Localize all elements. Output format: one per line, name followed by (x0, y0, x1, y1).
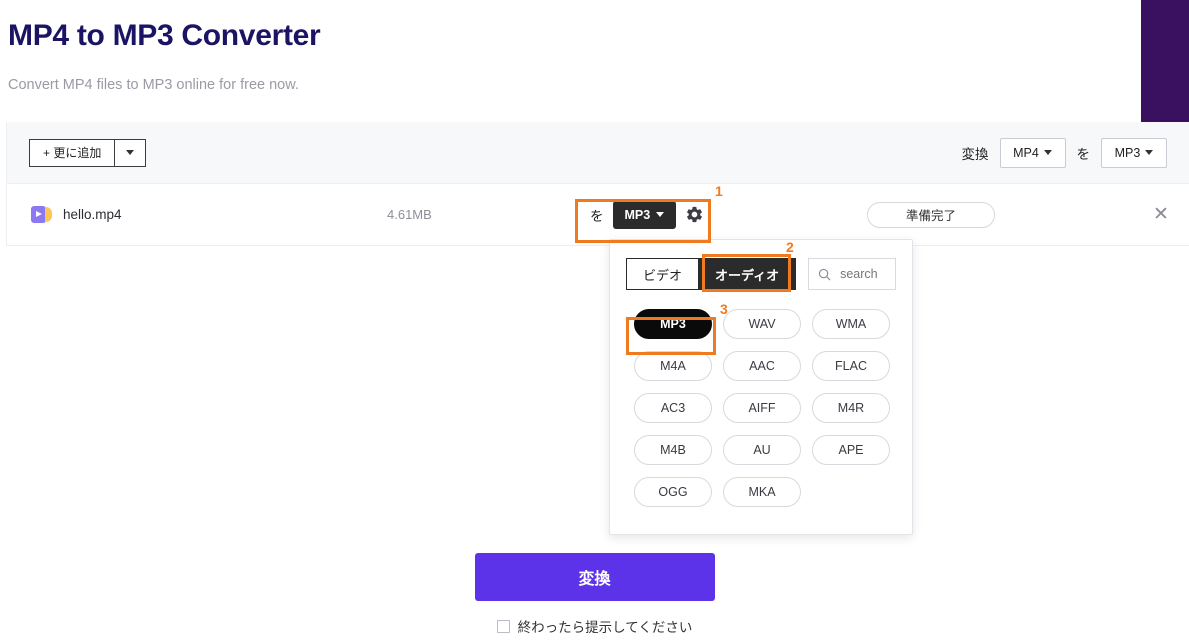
toolbar-right-group: 変換 MP4 を MP3 (961, 137, 1167, 168)
tab-video[interactable]: ビデオ (626, 258, 699, 290)
card-toolbar: + 更に追加 変換 MP4 を MP3 (7, 122, 1189, 184)
format-search-box[interactable] (808, 258, 896, 290)
row-to-label: を (590, 208, 604, 224)
wav-format-pill[interactable]: WAV (723, 309, 801, 339)
toolbar-to-label: を (1076, 146, 1091, 162)
annotation-number-3: 3 (720, 301, 728, 317)
row-format-value: MP3 (624, 207, 651, 222)
annotation-number-1: 1 (715, 183, 723, 199)
toolbar-left-group: + 更に追加 (29, 138, 147, 167)
video-file-icon (31, 206, 52, 223)
format-options-grid: MP3 WAV WMA M4A AAC FLAC AC3 AIFF M4R M4B AU APE OGG… (610, 290, 912, 507)
annotation-number-2: 2 (786, 239, 794, 255)
page-subtitle: Convert MP4 files to MP3 online for free… (8, 77, 299, 93)
mka-format-pill[interactable]: MKA (723, 477, 801, 507)
m4a-format-pill[interactable]: M4A (634, 351, 712, 381)
notify-label: 終わったら提示してください (517, 620, 693, 635)
wma-format-pill[interactable]: WMA (812, 309, 890, 339)
chevron-down-icon (656, 212, 665, 217)
row-format-selector: を MP3 (590, 200, 704, 229)
target-format-value: MP3 (1114, 145, 1141, 160)
ogg-format-pill[interactable]: OGG (634, 477, 712, 507)
page-header: MP4 to MP3 Converter Convert MP4 files t… (0, 0, 1141, 94)
chevron-down-icon (1145, 150, 1154, 155)
convert-section: 変換 終わったら提示してください (0, 553, 1189, 636)
format-panel-header: ビデオ オーディオ (610, 240, 912, 290)
add-more-button[interactable]: + 更に追加 (29, 138, 115, 167)
convert-button[interactable]: 変換 (474, 553, 715, 601)
add-more-dropdown-button[interactable] (114, 138, 147, 167)
convert-all-label: 変換 (961, 146, 989, 162)
m4r-format-pill[interactable]: M4R (812, 393, 890, 423)
format-search-input[interactable] (838, 266, 887, 282)
ac3-format-pill[interactable]: AC3 (634, 393, 712, 423)
m4b-format-pill[interactable]: M4B (634, 435, 712, 465)
source-format-select[interactable]: MP4 (999, 137, 1066, 168)
chevron-down-icon (1043, 150, 1052, 155)
status-badge: 準備完了 (867, 201, 995, 228)
tab-audio[interactable]: オーディオ (698, 258, 797, 290)
au-format-pill[interactable]: AU (723, 435, 801, 465)
file-size: 4.61MB (387, 207, 432, 222)
file-name: hello.mp4 (63, 207, 122, 222)
format-picker-panel: ビデオ オーディオ MP3WAVWMAM4AAACFLACAC3AIFFM4RM… (609, 239, 913, 535)
row-format-button[interactable]: MP3 (612, 200, 677, 229)
format-category-tabs: ビデオ オーディオ (626, 258, 797, 290)
notify-checkbox[interactable] (496, 619, 510, 633)
decorative-purple-band (1141, 0, 1189, 122)
aiff-format-pill[interactable]: AIFF (723, 393, 801, 423)
flac-format-pill[interactable]: FLAC (812, 351, 890, 381)
search-icon (818, 268, 831, 281)
target-format-select[interactable]: MP3 (1101, 137, 1167, 168)
converter-card: + 更に追加 変換 MP4 を MP3 hello.mp4 4.61MB を M… (6, 122, 1189, 246)
aac-format-pill[interactable]: AAC (723, 351, 801, 381)
app-page: MP4 to MP3 Converter Convert MP4 files t… (0, 0, 1189, 644)
gear-icon[interactable] (685, 205, 704, 224)
mp3-format-pill[interactable]: MP3 (634, 309, 712, 339)
source-format-value: MP4 (1013, 145, 1039, 160)
close-icon[interactable]: ✕ (1153, 205, 1169, 224)
ape-format-pill[interactable]: APE (812, 435, 890, 465)
chevron-down-icon (126, 150, 135, 155)
notify-row: 終わったら提示してください (496, 616, 693, 636)
file-row: hello.mp4 4.61MB を MP3 準備完了 ✕ (7, 184, 1189, 246)
page-title: MP4 to MP3 Converter (8, 19, 321, 52)
